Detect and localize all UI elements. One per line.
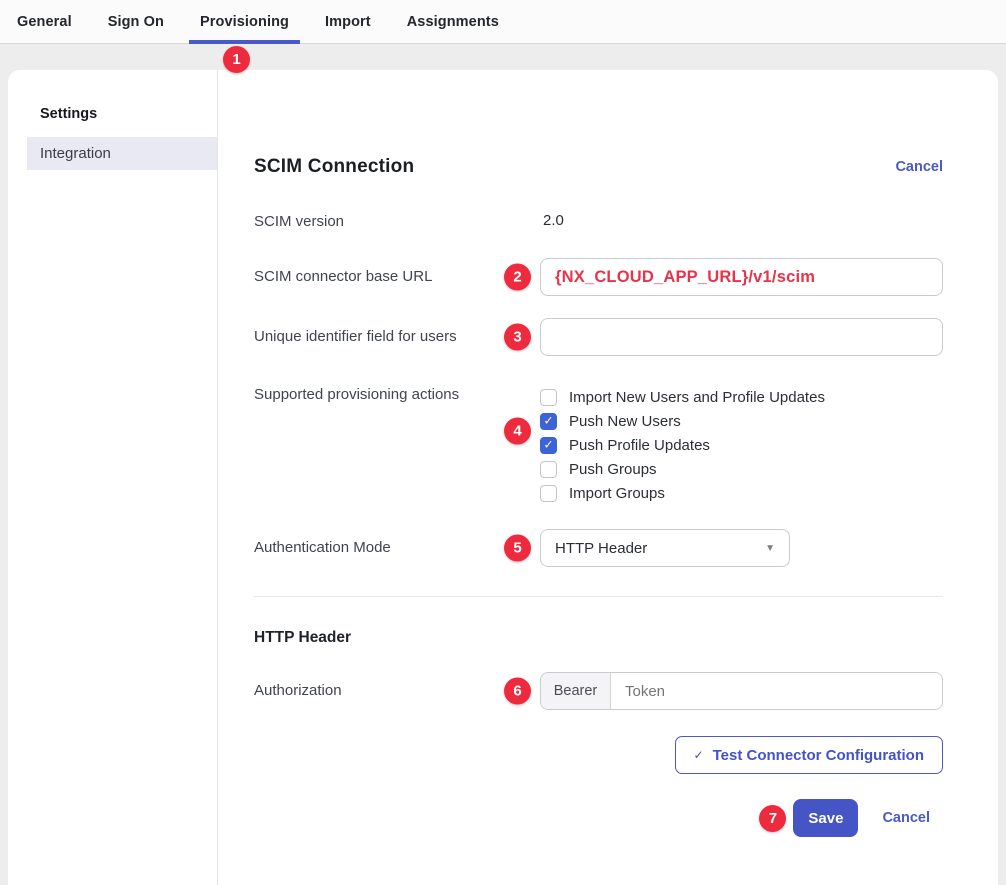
check-icon: ✓ — [543, 439, 553, 451]
authorization-row: Authorization 6 Bearer — [254, 672, 943, 710]
tab-general[interactable]: General — [17, 0, 72, 43]
page-title: SCIM Connection — [254, 156, 414, 178]
scim-version-row: SCIM version 2.0 — [254, 212, 943, 232]
test-connector-row: ✓ Test Connector Configuration — [254, 736, 943, 774]
base-url-label: SCIM connector base URL — [254, 258, 540, 296]
checkbox-label: Push New Users — [569, 413, 681, 430]
sidebar-item-integration[interactable]: Integration — [27, 137, 217, 170]
authorization-input-group: Bearer — [540, 672, 943, 710]
tab-sign-on[interactable]: Sign On — [108, 0, 164, 43]
bearer-prefix: Bearer — [541, 673, 611, 709]
http-header-section-title: HTTP Header — [254, 629, 943, 647]
checkbox-row-push-profile-updates[interactable]: ✓ Push Profile Updates — [540, 433, 943, 457]
provisioning-actions-row: Supported provisioning actions 4 ✓ Impor… — [254, 383, 943, 505]
scim-version-value: 2.0 — [540, 212, 564, 232]
scim-connection-form: SCIM Connection Cancel SCIM version 2.0 … — [218, 70, 998, 885]
settings-sidebar: Settings Integration — [8, 70, 218, 885]
checkbox-row-import-groups[interactable]: ✓ Import Groups — [540, 481, 943, 505]
chevron-down-icon: ▼ — [765, 543, 775, 554]
test-connector-button[interactable]: ✓ Test Connector Configuration — [675, 736, 943, 774]
sidebar-heading: Settings — [8, 106, 217, 122]
step-badge-7: 7 — [759, 805, 786, 832]
check-icon: ✓ — [694, 748, 704, 762]
checkbox-import-groups[interactable]: ✓ — [540, 485, 557, 502]
checkbox-row-push-groups[interactable]: ✓ Push Groups — [540, 457, 943, 481]
unique-id-label: Unique identifier field for users — [254, 318, 540, 356]
unique-id-row: Unique identifier field for users 3 — [254, 318, 943, 356]
checkbox-label: Push Profile Updates — [569, 437, 710, 454]
checkbox-row-push-new-users[interactable]: ✓ Push New Users — [540, 409, 943, 433]
checkbox-label: Push Groups — [569, 461, 657, 478]
scim-version-label: SCIM version — [254, 212, 540, 232]
unique-id-input[interactable] — [540, 318, 943, 356]
checkbox-import-new-users[interactable]: ✓ — [540, 389, 557, 406]
checkbox-push-profile-updates[interactable]: ✓ — [540, 437, 557, 454]
step-badge-1: 1 — [223, 46, 250, 73]
test-connector-label: Test Connector Configuration — [713, 747, 924, 764]
provisioning-panel: Settings Integration SCIM Connection Can… — [8, 70, 998, 885]
step-badge-2: 2 — [504, 264, 531, 291]
base-url-input[interactable] — [540, 258, 943, 296]
app-tab-bar: General Sign On Provisioning Import Assi… — [0, 0, 1006, 44]
section-divider — [254, 596, 943, 597]
checkbox-label: Import Groups — [569, 485, 665, 502]
save-button[interactable]: Save — [793, 799, 858, 837]
check-icon: ✓ — [543, 415, 553, 427]
provisioning-actions-label: Supported provisioning actions — [254, 383, 540, 505]
checkbox-push-new-users[interactable]: ✓ — [540, 413, 557, 430]
step-badge-3: 3 — [504, 324, 531, 351]
auth-mode-row: Authentication Mode 5 HTTP Header ▼ — [254, 529, 943, 567]
header-cancel-link[interactable]: Cancel — [895, 159, 943, 175]
step-badge-4: 4 — [504, 418, 531, 445]
authorization-label: Authorization — [254, 672, 540, 710]
token-input[interactable] — [611, 673, 942, 709]
form-footer: 7 Save Cancel — [254, 799, 943, 837]
auth-mode-label: Authentication Mode — [254, 529, 540, 567]
cancel-button[interactable]: Cancel — [882, 810, 930, 826]
tab-assignments[interactable]: Assignments — [407, 0, 499, 43]
panel-header: SCIM Connection Cancel — [254, 156, 943, 178]
auth-mode-select[interactable]: HTTP Header ▼ — [540, 529, 790, 567]
tab-import[interactable]: Import — [325, 0, 371, 43]
step-badge-5: 5 — [504, 535, 531, 562]
base-url-row: SCIM connector base URL 2 — [254, 258, 943, 296]
checkbox-row-import-new-users[interactable]: ✓ Import New Users and Profile Updates — [540, 385, 943, 409]
auth-mode-selected-value: HTTP Header — [555, 540, 647, 557]
checkbox-push-groups[interactable]: ✓ — [540, 461, 557, 478]
step-badge-6: 6 — [504, 678, 531, 705]
checkbox-label: Import New Users and Profile Updates — [569, 389, 825, 406]
tab-provisioning[interactable]: Provisioning — [200, 0, 289, 43]
